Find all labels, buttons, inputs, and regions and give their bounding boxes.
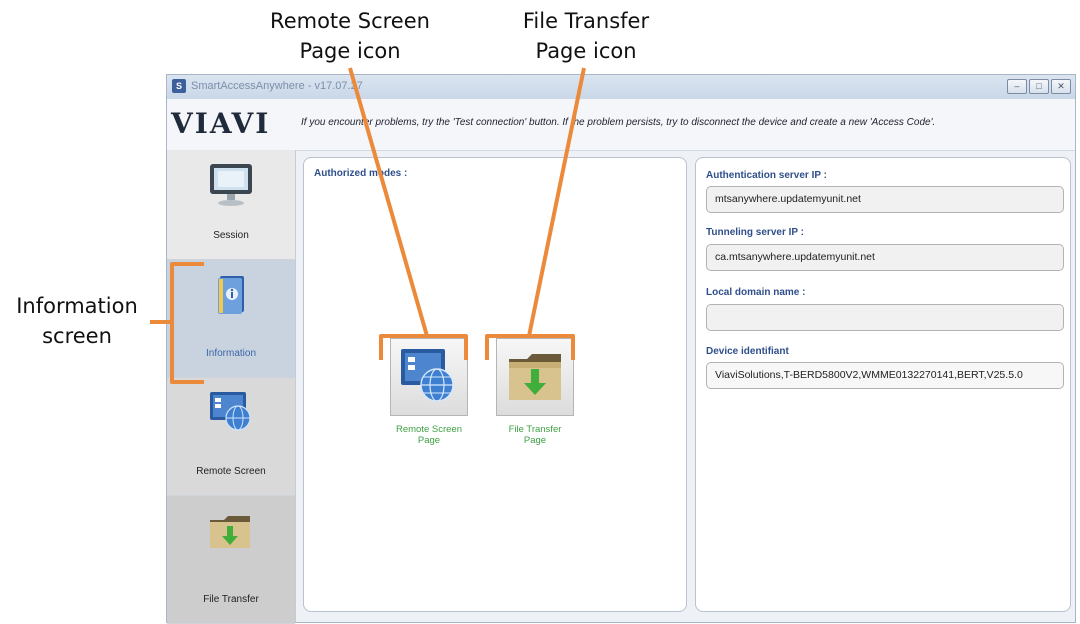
remote-label-line1: Remote Screen <box>395 424 462 435</box>
title-bar: S SmartAccessAnywhere - v17.07.27 – □ ✕ <box>167 75 1075 100</box>
window-title: SmartAccessAnywhere - v17.07.27 <box>191 80 363 92</box>
sidebar-item-label: File Transfer <box>203 594 259 605</box>
sidebar-item-remote-screen[interactable]: Remote Screen <box>167 378 295 496</box>
auth-server-field[interactable]: mtsanywhere.updatemyunit.net <box>706 186 1064 213</box>
sidebar-item-label: Information <box>205 348 257 359</box>
help-message: If you encounter problems, try the 'Test… <box>301 117 936 128</box>
server-info-panel: Authentication server IP : mtsanywhere.u… <box>695 157 1071 612</box>
device-id-label: Device identifiant <box>706 346 789 357</box>
sidebar-item-session[interactable]: Session <box>167 150 295 260</box>
remote-label-line2: Page <box>417 435 441 446</box>
app-icon: S <box>172 79 186 93</box>
callout-file-line1: File Transfer <box>522 9 650 33</box>
sidebar-item-file-transfer[interactable]: File Transfer <box>167 496 295 624</box>
viavi-logo: VIAVI <box>171 107 271 140</box>
file-transfer-page-label: File Transfer Page <box>480 424 590 446</box>
callout-info-line1: Information <box>16 294 138 318</box>
file-label-line1: File Transfer <box>508 424 562 435</box>
authorized-modes-panel: Authorized modes : Remote Screen Page Fi… <box>303 157 687 612</box>
callout-information-screen: Information screen <box>2 291 152 351</box>
info-book-icon <box>218 276 244 314</box>
app-window: S SmartAccessAnywhere - v17.07.27 – □ ✕ … <box>166 74 1076 624</box>
sidebar-item-label: Session <box>213 230 249 241</box>
file-transfer-page-button[interactable] <box>496 338 574 416</box>
local-domain-label: Local domain name : <box>706 287 806 298</box>
local-domain-field[interactable] <box>706 304 1064 331</box>
remote-screen-icon <box>210 392 251 431</box>
sidebar: Session Information Remote Screen File T… <box>167 150 296 624</box>
close-button[interactable]: ✕ <box>1051 79 1071 94</box>
header-bar: VIAVI If you encounter problems, try the… <box>167 99 1075 151</box>
sidebar-item-label: Remote Screen <box>196 466 266 477</box>
sidebar-item-information[interactable]: Information <box>167 260 295 378</box>
tunnel-server-label: Tunneling server IP : <box>706 227 804 238</box>
remote-screen-page-label: Remote Screen Page <box>374 424 484 446</box>
callout-info-line2: screen <box>42 324 112 348</box>
device-id-field[interactable]: ViaviSolutions,T-BERD5800V2,WMME01322701… <box>706 362 1064 389</box>
callout-remote-line2: Page icon <box>299 39 401 63</box>
folder-download-icon <box>210 516 250 548</box>
minimize-button[interactable]: – <box>1007 79 1027 94</box>
callout-file-transfer: File Transfer Page icon <box>476 6 696 66</box>
remote-screen-icon <box>401 349 454 402</box>
folder-download-icon <box>509 354 561 400</box>
auth-server-label: Authentication server IP : <box>706 170 827 181</box>
remote-screen-page-button[interactable] <box>390 338 468 416</box>
maximize-button[interactable]: □ <box>1029 79 1049 94</box>
monitor-icon <box>210 164 252 206</box>
authorized-modes-heading: Authorized modes : <box>314 168 408 179</box>
callout-remote-screen: Remote Screen Page icon <box>250 6 450 66</box>
callout-remote-line1: Remote Screen <box>270 9 430 33</box>
file-label-line2: Page <box>523 435 547 446</box>
tunnel-server-field[interactable]: ca.mtsanywhere.updatemyunit.net <box>706 244 1064 271</box>
callout-file-line2: Page icon <box>535 39 637 63</box>
